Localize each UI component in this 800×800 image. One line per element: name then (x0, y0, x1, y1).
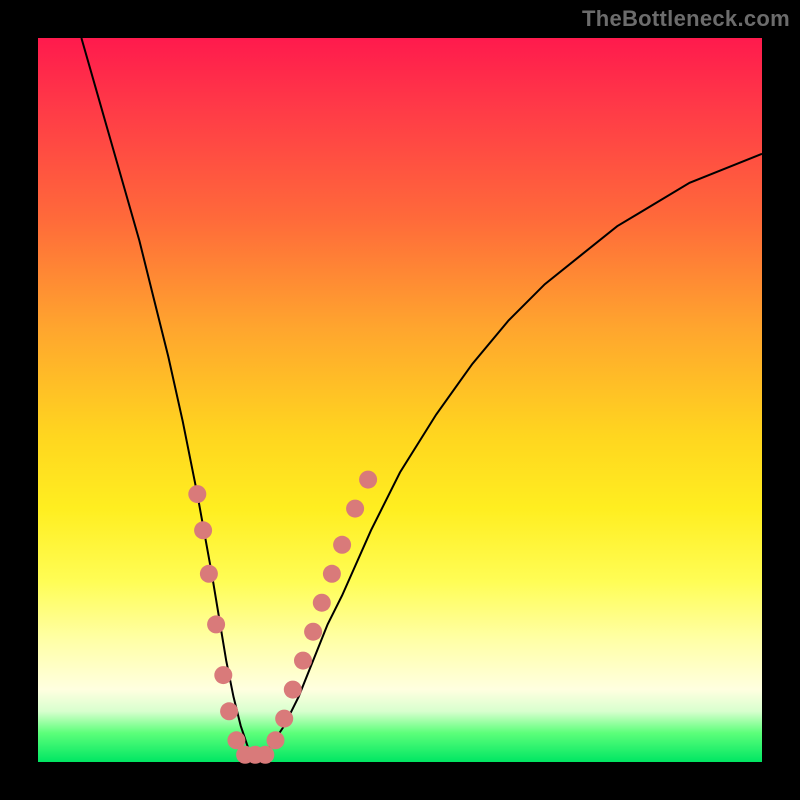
chart-frame: TheBottleneck.com (0, 0, 800, 800)
data-point (323, 565, 341, 583)
data-point (267, 731, 285, 749)
data-point (200, 565, 218, 583)
data-point (346, 500, 364, 518)
bottleneck-curve (81, 38, 762, 755)
data-point (207, 615, 225, 633)
plot-area (38, 38, 762, 762)
watermark-text: TheBottleneck.com (582, 6, 790, 32)
data-point (188, 485, 206, 503)
data-point (214, 666, 232, 684)
data-point (294, 652, 312, 670)
data-point (359, 471, 377, 489)
curve-svg (38, 38, 762, 762)
data-point (313, 594, 331, 612)
data-point (256, 746, 274, 764)
data-point (194, 521, 212, 539)
data-point (333, 536, 351, 554)
data-point (284, 681, 302, 699)
data-point (304, 623, 322, 641)
data-point (275, 710, 293, 728)
data-point (220, 702, 238, 720)
